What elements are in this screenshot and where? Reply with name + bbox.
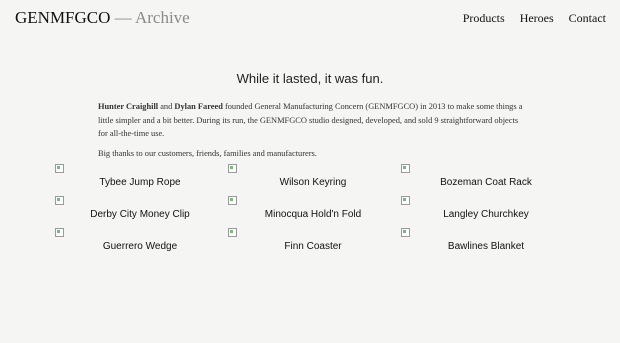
product-name[interactable]: Derby City Money Clip [55, 209, 225, 220]
product-item[interactable]: Langley Churchkey [401, 196, 571, 226]
product-grid: Tybee Jump Rope Wilson Keyring Bozeman C… [0, 164, 620, 260]
broken-image-icon[interactable] [55, 196, 64, 205]
broken-image-icon[interactable] [401, 164, 410, 173]
product-item[interactable]: Wilson Keyring [228, 164, 398, 194]
product-name[interactable]: Bawlines Blanket [401, 241, 571, 252]
page-headline: While it lasted, it was fun. [236, 71, 384, 86]
product-item[interactable]: Tybee Jump Rope [55, 164, 225, 194]
broken-image-icon[interactable] [401, 196, 410, 205]
broken-image-icon[interactable] [55, 164, 64, 173]
intro-paragraph-1: Hunter Craighill and Dylan Fareed founde… [98, 100, 528, 141]
main-nav: Products Heroes Contact [463, 11, 606, 26]
broken-image-icon[interactable] [55, 228, 64, 237]
broken-image-icon[interactable] [228, 164, 237, 173]
site-brand[interactable]: GENMFGCO — Archive [15, 8, 190, 28]
founder-name: Dylan Fareed [174, 102, 223, 111]
product-name[interactable]: Langley Churchkey [401, 209, 571, 220]
product-item[interactable]: Finn Coaster [228, 228, 398, 258]
product-name[interactable]: Guerrero Wedge [55, 241, 225, 252]
nav-products[interactable]: Products [463, 11, 505, 26]
nav-contact[interactable]: Contact [569, 11, 606, 26]
intro-text: Hunter Craighill and Dylan Fareed founde… [98, 100, 528, 166]
broken-image-icon[interactable] [401, 228, 410, 237]
product-row: Tybee Jump Rope Wilson Keyring Bozeman C… [0, 164, 620, 196]
product-name[interactable]: Finn Coaster [228, 241, 398, 252]
product-item[interactable]: Bawlines Blanket [401, 228, 571, 258]
product-item[interactable]: Minocqua Hold'n Fold [228, 196, 398, 226]
conjunction: and [160, 102, 173, 111]
brand-name[interactable]: GENMFGCO [15, 8, 110, 27]
product-row: Derby City Money Clip Minocqua Hold'n Fo… [0, 196, 620, 228]
product-name[interactable]: Bozeman Coat Rack [401, 177, 571, 188]
product-name[interactable]: Wilson Keyring [228, 177, 398, 188]
intro-paragraph-2: Big thanks to our customers, friends, fa… [98, 148, 317, 158]
site-header: GENMFGCO — Archive Products Heroes Conta… [0, 0, 620, 36]
product-row: Guerrero Wedge Finn Coaster Bawlines Bla… [0, 228, 620, 260]
brand-subtitle: — Archive [114, 8, 190, 27]
product-name[interactable]: Minocqua Hold'n Fold [228, 209, 398, 220]
broken-image-icon[interactable] [228, 196, 237, 205]
nav-heroes[interactable]: Heroes [520, 11, 554, 26]
product-item[interactable]: Guerrero Wedge [55, 228, 225, 258]
product-name[interactable]: Tybee Jump Rope [55, 177, 225, 188]
product-item[interactable]: Derby City Money Clip [55, 196, 225, 226]
product-item[interactable]: Bozeman Coat Rack [401, 164, 571, 194]
founder-name: Hunter Craighill [98, 102, 159, 111]
broken-image-icon[interactable] [228, 228, 237, 237]
